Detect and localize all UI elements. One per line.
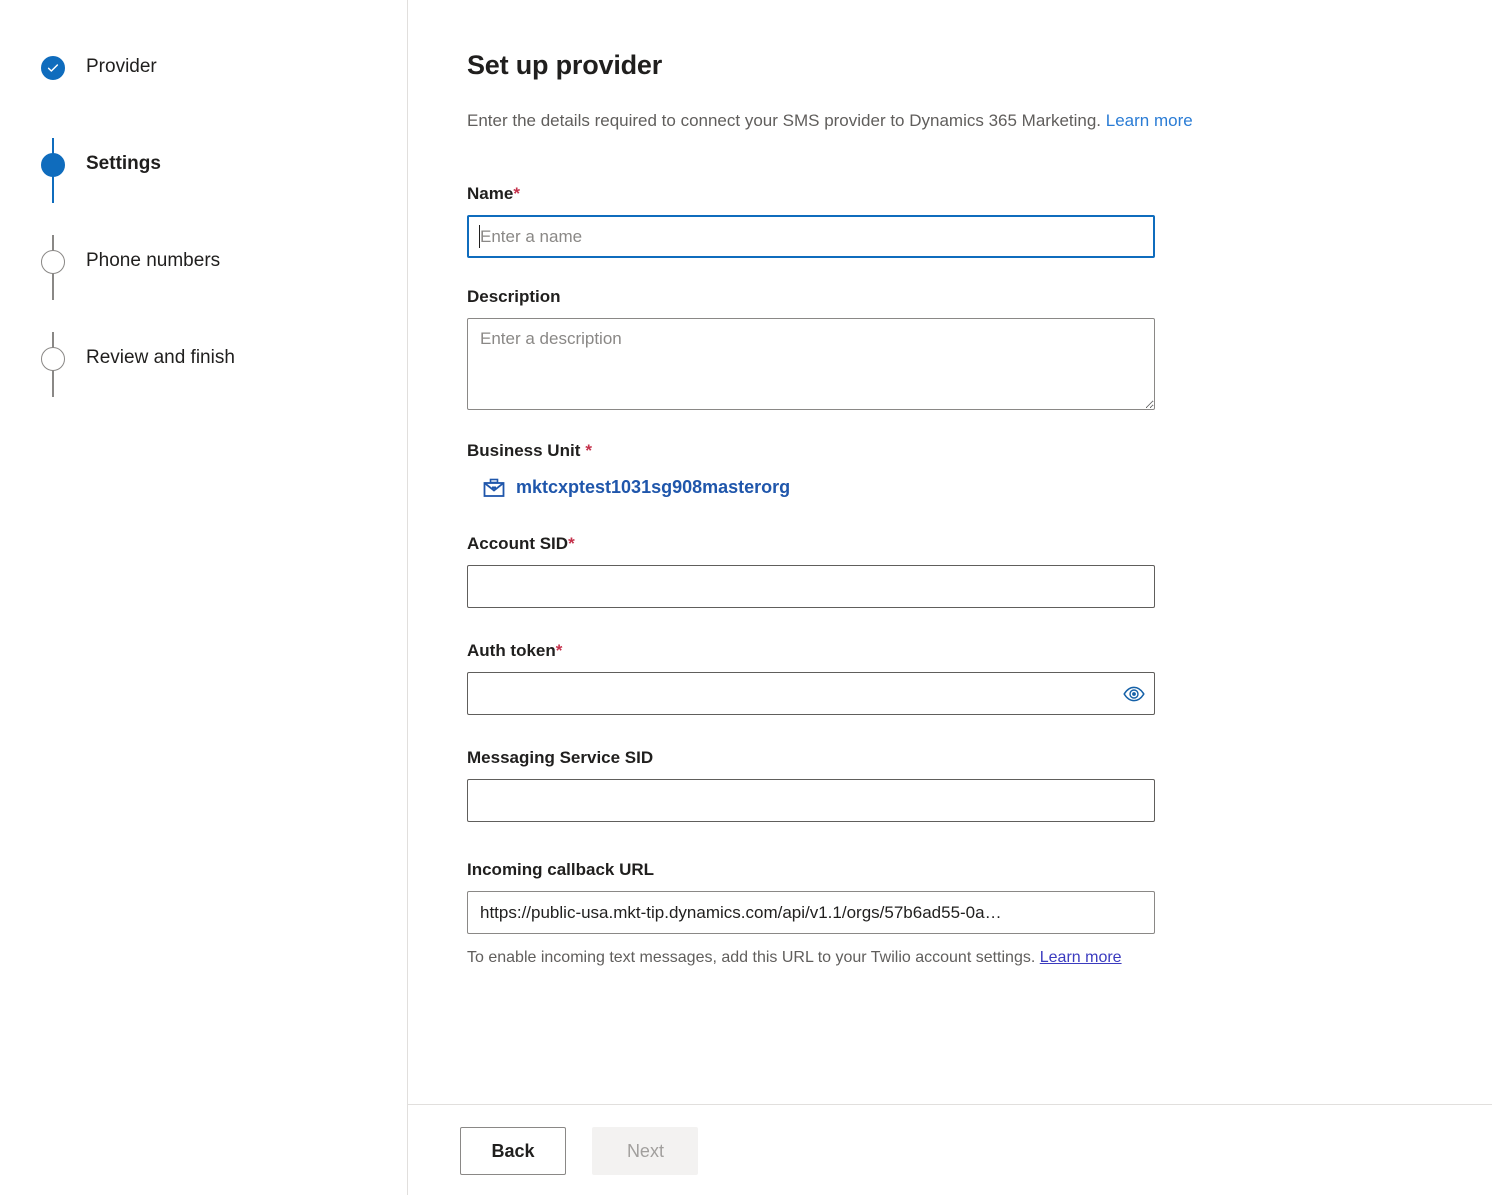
- business-unit-lookup-value[interactable]: mktcxptest1031sg908masterorg: [467, 476, 790, 499]
- step-marker-settings: [41, 153, 65, 177]
- sidebar-item-label: Phone numbers: [86, 250, 221, 271]
- field-account-sid: Account SID*: [467, 533, 1155, 608]
- learn-more-link[interactable]: Learn more: [1106, 111, 1193, 130]
- text-caret: [479, 225, 480, 248]
- required-marker: *: [568, 534, 575, 553]
- provider-settings-form: Name* Description Bus: [467, 183, 1155, 971]
- page-subtitle: Enter the details required to connect yo…: [467, 109, 1492, 132]
- name-label: Name*: [467, 183, 1155, 205]
- empty-circle-icon: [41, 250, 65, 274]
- step-state-current: [41, 153, 65, 177]
- field-auth-token: Auth token*: [467, 640, 1155, 715]
- reveal-auth-token-button[interactable]: [1113, 673, 1154, 714]
- required-marker: *: [555, 641, 563, 660]
- sidebar-item-label: Provider: [86, 56, 157, 77]
- incoming-callback-url-input[interactable]: [467, 891, 1155, 934]
- page-title: Set up provider: [467, 50, 663, 80]
- business-unit-name: mktcxptest1031sg908masterorg: [516, 477, 791, 497]
- messaging-service-sid-input[interactable]: [467, 779, 1155, 822]
- auth-token-label: Auth token*: [467, 640, 1155, 662]
- wizard-content-panel: Set up provider Enter the details requir…: [408, 0, 1492, 1195]
- required-marker: *: [513, 184, 520, 203]
- business-unit-label: Business Unit *: [467, 440, 1155, 462]
- field-name: Name*: [467, 183, 1155, 258]
- auth-token-input-wrapper: [467, 672, 1155, 715]
- required-marker: *: [585, 441, 592, 460]
- step-marker-review-and-finish: [41, 347, 65, 371]
- sidebar-item-settings[interactable]: Settings: [0, 151, 407, 300]
- field-incoming-callback-url: Incoming callback URL To enable incoming…: [467, 859, 1155, 971]
- wizard-stepper: Provider Settings Phone numbers Review a…: [0, 0, 408, 1195]
- empty-circle-icon: [41, 347, 65, 371]
- back-button[interactable]: Back: [460, 1127, 566, 1175]
- step-marker-phone-numbers: [41, 250, 65, 274]
- account-sid-input[interactable]: [467, 565, 1155, 608]
- sidebar-item-review-and-finish[interactable]: Review and finish: [0, 345, 407, 442]
- setup-provider-wizard: Provider Settings Phone numbers Review a…: [0, 0, 1492, 1195]
- wizard-footer: Back Next: [408, 1104, 1492, 1195]
- field-description: Description: [467, 286, 1155, 410]
- account-sid-label: Account SID*: [467, 533, 1155, 555]
- sidebar-item-label: Settings: [86, 153, 161, 174]
- auth-token-label-text: Auth token: [467, 641, 556, 660]
- check-icon: [47, 64, 59, 72]
- incoming-callback-url-label: Incoming callback URL: [467, 860, 655, 879]
- description-textarea[interactable]: [467, 318, 1155, 410]
- auth-token-input[interactable]: [467, 672, 1155, 715]
- sidebar-item-label: Review and finish: [86, 347, 235, 368]
- account-sid-label-text: Account SID: [467, 534, 569, 553]
- helper-text: To enable incoming text messages, add th…: [467, 949, 1036, 966]
- sidebar-item-phone-numbers[interactable]: Phone numbers: [0, 248, 407, 397]
- name-input[interactable]: [467, 215, 1155, 258]
- eye-icon: [1122, 686, 1145, 701]
- content-scroll-area: Set up provider Enter the details requir…: [408, 0, 1492, 1104]
- name-input-wrapper: [467, 215, 1155, 258]
- step-marker-provider: [41, 56, 65, 80]
- next-button[interactable]: Next: [592, 1127, 699, 1175]
- briefcase-icon: [483, 478, 505, 497]
- messaging-service-sid-label: Messaging Service SID: [467, 748, 654, 767]
- incoming-callback-url-helper: To enable incoming text messages, add th…: [467, 944, 1151, 971]
- helper-learn-more-link[interactable]: Learn more: [1040, 949, 1122, 966]
- sidebar-item-provider[interactable]: Provider: [0, 54, 407, 203]
- description-label: Description: [467, 287, 561, 306]
- page-subtitle-text: Enter the details required to connect yo…: [467, 111, 1102, 130]
- name-label-text: Name: [467, 184, 514, 203]
- field-messaging-service-sid: Messaging Service SID: [467, 747, 1155, 822]
- field-business-unit: Business Unit * mktcxptest1031sg908master…: [467, 440, 1155, 499]
- step-state-completed: [41, 56, 65, 80]
- business-unit-label-text: Business Unit: [467, 441, 581, 460]
